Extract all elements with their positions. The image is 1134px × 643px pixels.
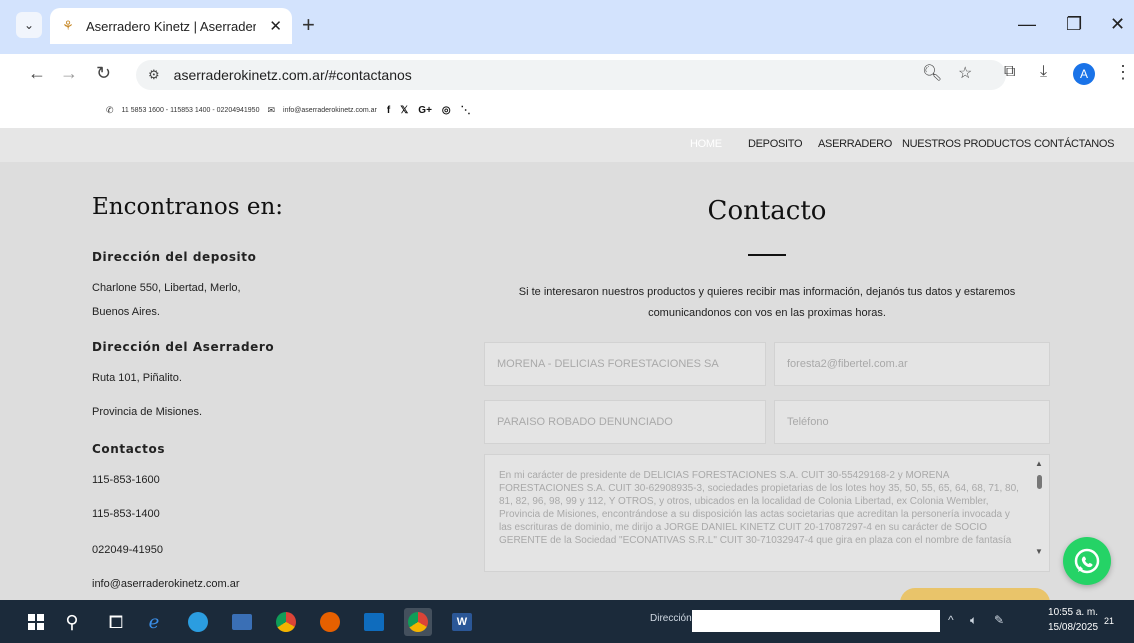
- browser-tab-bar: ⌄ ⚘ Aserradero Kinetz | Aserradero ✕ + —…: [0, 0, 1134, 54]
- download-icon[interactable]: ⤓: [1040, 63, 1047, 81]
- message-scrollbar[interactable]: ▲ ▼: [1032, 459, 1046, 567]
- scroll-thumb[interactable]: [1037, 475, 1042, 489]
- contact-phone-1: 115-853-1600: [92, 474, 160, 486]
- app-icon[interactable]: [228, 608, 256, 636]
- contact-section: Encontranos en: Dirección del deposito C…: [0, 162, 1134, 600]
- facebook-icon[interactable]: f: [387, 105, 390, 116]
- pen-icon[interactable]: ✎: [994, 613, 1004, 627]
- volume-icon[interactable]: 🔈︎: [970, 613, 977, 628]
- contact-lead-text: Si te interesaron nuestros productos y q…: [518, 286, 1016, 319]
- phone-icon: ✆: [106, 105, 114, 115]
- deposito-title: Dirección del deposito: [92, 250, 257, 264]
- internet-explorer-icon[interactable]: ℯ: [140, 608, 168, 636]
- message-field[interactable]: En mi carácter de presidente de DELICIAS…: [484, 454, 1050, 572]
- chevron-down-icon: ⌄: [23, 18, 35, 32]
- chrome-icon[interactable]: [272, 608, 300, 636]
- nav-nuestros-productos[interactable]: NUESTROS PRODUCTOS: [902, 138, 1031, 150]
- subject-field[interactable]: PARAISO ROBADO DENUNCIADO: [484, 400, 766, 444]
- tab-title: Aserradero Kinetz | Aserradero: [86, 18, 256, 34]
- deposito-address-line1: Charlone 550, Libertad, Merlo,: [92, 282, 241, 294]
- whatsapp-button[interactable]: [1063, 537, 1111, 585]
- mail-icon: ✉: [267, 105, 276, 115]
- site-navigation: HOME DEPOSITO ASERRADERO NUESTROS PRODUC…: [0, 128, 1134, 162]
- send-button[interactable]: [900, 588, 1050, 600]
- windows-start-icon[interactable]: [22, 608, 50, 636]
- email-field[interactable]: foresta2@fibertel.com.ar: [774, 342, 1050, 386]
- bookmark-star-icon[interactable]: ☆: [958, 63, 972, 83]
- new-tab-button[interactable]: +: [302, 14, 315, 36]
- address-bar[interactable]: ⚙ aserraderokinetz.com.ar/#contactanos: [136, 60, 1006, 90]
- search-icon[interactable]: ⚲: [58, 608, 86, 636]
- nav-home[interactable]: HOME: [690, 138, 722, 150]
- browser-menu-icon[interactable]: ⋮: [1114, 62, 1132, 83]
- address-toolbar-input[interactable]: [692, 610, 940, 632]
- extensions-icon[interactable]: ⧉: [1004, 63, 1015, 81]
- scroll-down-icon[interactable]: ▼: [1035, 547, 1043, 556]
- zoom-icon[interactable]: 🔍︎: [922, 63, 942, 83]
- word-icon[interactable]: W: [448, 608, 476, 636]
- contactos-title: Contactos: [92, 442, 166, 456]
- google-plus-icon[interactable]: G+: [418, 105, 432, 116]
- clock-time: 10:55 a. m.: [1048, 607, 1099, 618]
- close-tab-icon[interactable]: ✕: [269, 17, 282, 35]
- rss-icon[interactable]: ⋱: [461, 105, 471, 116]
- system-clock[interactable]: 10:55 a. m. 15/08/2025: [1048, 605, 1098, 635]
- site-info-icon[interactable]: ⚙: [148, 67, 160, 83]
- nav-aserradero[interactable]: ASERRADERO: [818, 138, 892, 150]
- nav-deposito[interactable]: DEPOSITO: [748, 138, 803, 150]
- name-field[interactable]: MORENA - DELICIAS FORESTACIONES SA: [484, 342, 766, 386]
- instagram-icon[interactable]: ◎: [442, 105, 451, 116]
- nav-contactanos[interactable]: CONTÁCTANOS: [1034, 138, 1115, 150]
- contacto-heading: Contacto: [707, 196, 827, 226]
- tray-expand-icon[interactable]: ^: [948, 613, 954, 627]
- chrome-active-icon[interactable]: [404, 608, 432, 636]
- maximize-button[interactable]: ❐: [1066, 14, 1082, 35]
- url-text: aserraderokinetz.com.ar/#contactanos: [173, 67, 412, 83]
- contact-phone-3: 022049-41950: [92, 544, 163, 556]
- clock-date: 15/08/2025: [1048, 622, 1099, 633]
- aserradero-address-line1: Ruta 101, Piñalito.: [92, 372, 182, 384]
- aserradero-address-line2: Provincia de Misiones.: [92, 406, 203, 418]
- edge-icon[interactable]: [184, 608, 212, 636]
- site-top-info-bar: ✆ 11 5853 1600 - 115853 1400 - 022049419…: [0, 94, 1134, 128]
- firefox-icon[interactable]: [316, 608, 344, 636]
- phone-field[interactable]: Teléfono: [774, 400, 1050, 444]
- contact-phone-2: 115-853-1400: [92, 508, 160, 520]
- outlook-icon[interactable]: [360, 608, 388, 636]
- notification-center-icon[interactable]: 21: [1104, 612, 1124, 630]
- forward-button[interactable]: →: [60, 64, 78, 82]
- address-toolbar-label: Dirección: [650, 613, 692, 624]
- back-button[interactable]: ←: [28, 64, 46, 82]
- heading-divider: [748, 254, 786, 256]
- contact-email[interactable]: info@aserraderokinetz.com.ar: [92, 578, 240, 590]
- aserradero-title: Dirección del Aserradero: [92, 340, 275, 354]
- profile-avatar[interactable]: A: [1073, 63, 1095, 85]
- minimize-button[interactable]: —: [1018, 14, 1036, 35]
- notification-count: 21: [1104, 616, 1115, 626]
- encontranos-heading: Encontranos en:: [92, 194, 284, 220]
- topbar-email[interactable]: info@aserraderokinetz.com.ar: [283, 107, 377, 114]
- scroll-up-icon[interactable]: ▲: [1035, 459, 1043, 468]
- task-view-icon[interactable]: ⧠: [102, 608, 130, 636]
- site-favicon-icon: ⚘: [62, 18, 74, 33]
- close-window-button[interactable]: ✕: [1110, 14, 1125, 35]
- reload-button[interactable]: ↻: [96, 64, 111, 82]
- browser-tab[interactable]: ⚘ Aserradero Kinetz | Aserradero ✕: [50, 8, 292, 44]
- topbar-phones: 11 5853 1600 - 115853 1400 - 02204941950: [121, 107, 260, 114]
- whatsapp-icon: [1074, 548, 1100, 574]
- browser-toolbar: ← → ↻ ⚙ aserraderokinetz.com.ar/#contact…: [0, 54, 1134, 94]
- twitter-icon[interactable]: 𝕏: [400, 105, 408, 116]
- deposito-address-line2: Buenos Aires.: [92, 306, 160, 318]
- windows-taskbar: ⚲ ⧠ ℯ W Dirección ^ 🔈︎ ✎ 10:55 a. m. 15/…: [0, 600, 1134, 643]
- tab-search-button[interactable]: ⌄: [16, 12, 42, 38]
